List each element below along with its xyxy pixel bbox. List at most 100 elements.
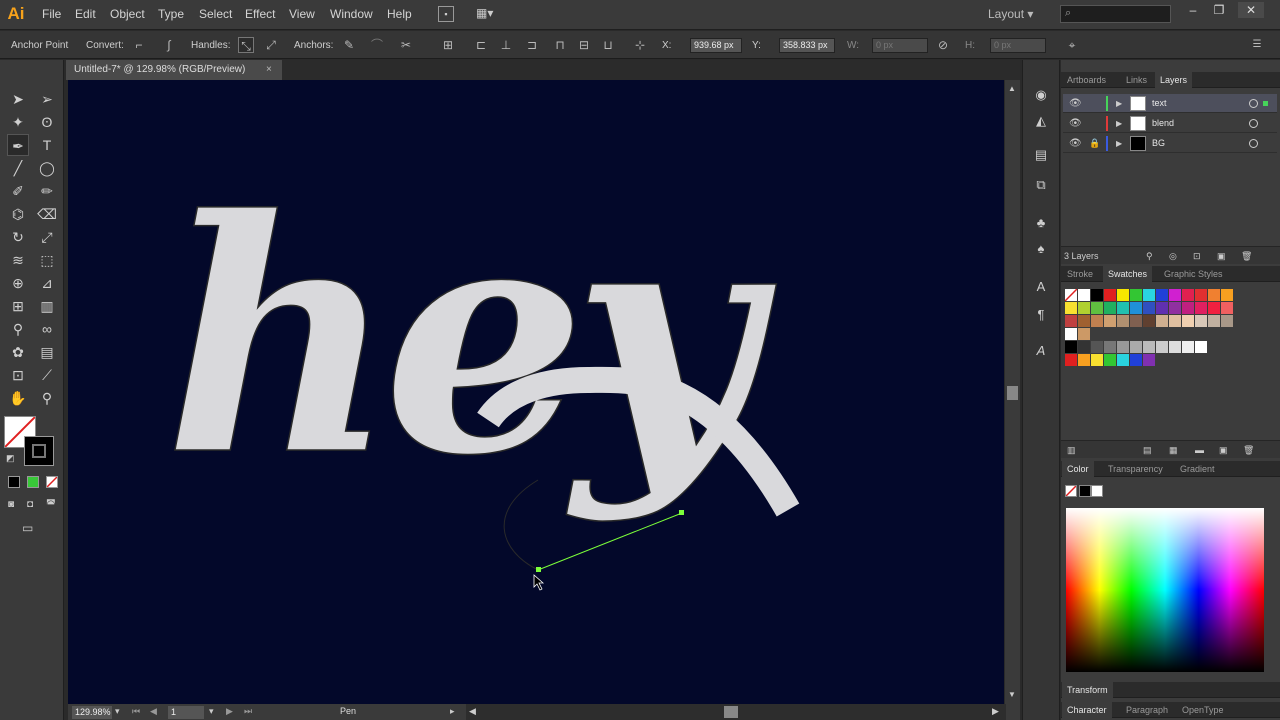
last-artboard-icon[interactable]: ⏭	[244, 706, 252, 717]
magic-wand-tool-icon[interactable]: ✦	[7, 111, 29, 133]
scroll-up-icon[interactable]: ▲	[1008, 84, 1016, 93]
swatch[interactable]	[1091, 354, 1103, 366]
artboard-canvas[interactable]: hey	[68, 80, 1004, 704]
delete-layer-icon[interactable]: 🗑	[1241, 247, 1252, 265]
tab-transparency[interactable]: Transparency	[1103, 461, 1168, 477]
h-field[interactable]: 0 px	[990, 38, 1046, 53]
reference-point-icon[interactable]: ⊹	[632, 37, 648, 53]
tab-artboards[interactable]: Artboards	[1062, 72, 1111, 88]
eraser-tool-icon[interactable]: ⌫	[36, 203, 58, 225]
swatch[interactable]	[1117, 315, 1129, 327]
zoom-dropdown-icon[interactable]: ▾	[115, 706, 120, 717]
menu-edit[interactable]: Edit	[75, 7, 96, 21]
tab-paragraph[interactable]: Paragraph	[1121, 702, 1173, 718]
image-trace-icon[interactable]: ◭	[1031, 112, 1051, 130]
symbols-icon[interactable]: ♣	[1031, 214, 1051, 232]
gradient-mode-icon[interactable]	[27, 476, 39, 488]
brushes-icon[interactable]: ♠	[1031, 240, 1051, 258]
draw-inside-icon[interactable]: ◚	[46, 499, 60, 513]
vertical-scroll-thumb[interactable]	[1007, 386, 1018, 400]
swatch[interactable]	[1064, 288, 1078, 302]
first-artboard-icon[interactable]: ⏮	[132, 706, 140, 717]
swatch[interactable]	[1130, 341, 1142, 353]
isolate-icon[interactable]: ⊞	[440, 37, 456, 53]
expand-arrow-icon[interactable]: ▶	[1116, 114, 1122, 133]
swatch[interactable]	[1208, 315, 1220, 327]
expand-arrow-icon[interactable]: ▶	[1116, 134, 1122, 153]
shape-builder-tool-icon[interactable]: ⊕	[7, 272, 29, 294]
swatch[interactable]	[1078, 328, 1090, 340]
previous-artboard-icon[interactable]: ◀	[150, 706, 157, 717]
align-panel-icon[interactable]: ▤	[1031, 146, 1051, 164]
scroll-left-icon[interactable]: ◀	[469, 706, 476, 717]
layer-target-icon[interactable]	[1249, 119, 1258, 128]
none-mode-icon[interactable]	[46, 476, 58, 488]
swatch[interactable]	[1195, 302, 1207, 314]
swatch[interactable]	[1208, 289, 1220, 301]
swatch[interactable]	[1065, 328, 1077, 340]
none-color-swatch[interactable]	[1065, 485, 1077, 497]
swatch[interactable]	[1221, 289, 1233, 301]
align-middle-icon[interactable]: ⊟	[576, 37, 592, 53]
stroke-swatch[interactable]	[24, 436, 54, 466]
type-tool-icon[interactable]: T	[36, 134, 58, 156]
swatch[interactable]	[1078, 302, 1090, 314]
visibility-eye-icon[interactable]: 👁	[1069, 134, 1082, 153]
swatch-libraries-icon[interactable]: ▥	[1067, 441, 1076, 459]
transform-icon[interactable]: ⌖	[1064, 37, 1080, 53]
swatch[interactable]	[1169, 315, 1181, 327]
swatch[interactable]	[1169, 289, 1181, 301]
menu-select[interactable]: Select	[199, 7, 232, 21]
tab-gradient[interactable]: Gradient	[1175, 461, 1220, 477]
convert-to-corner-icon[interactable]: ⌐	[131, 37, 147, 53]
swatch[interactable]	[1156, 341, 1168, 353]
close-icon[interactable]: ✕	[1238, 2, 1264, 18]
layer-row-bg[interactable]: 👁 🔒 ▶ BG	[1063, 134, 1277, 153]
scroll-right-icon[interactable]: ▶	[992, 706, 999, 717]
x-field[interactable]: 939.68 px	[690, 38, 742, 53]
horizontal-scrollbar[interactable]: ◀ ▶	[466, 704, 1006, 720]
draw-behind-icon[interactable]: ◘	[27, 499, 41, 513]
direct-selection-tool-icon[interactable]: ➢	[36, 88, 58, 110]
swatch[interactable]	[1169, 302, 1181, 314]
swatch[interactable]	[1091, 315, 1103, 327]
artboard-dropdown-icon[interactable]: ▾	[209, 706, 214, 717]
remove-anchor-icon[interactable]: ✎	[341, 37, 357, 53]
layer-row-blend[interactable]: 👁 ▶ blend	[1063, 114, 1277, 133]
new-sublayer-icon[interactable]: ⊡	[1193, 247, 1201, 265]
gradient-tool-icon[interactable]: ▥	[36, 295, 58, 317]
swatch[interactable]	[1130, 354, 1142, 366]
locate-object-icon[interactable]: ⚲	[1146, 247, 1153, 265]
pen-tool-icon[interactable]: ✒	[7, 134, 29, 156]
close-document-icon[interactable]: ×	[266, 60, 272, 80]
menu-file[interactable]: File	[42, 7, 61, 21]
swatch[interactable]	[1143, 302, 1155, 314]
slice-tool-icon[interactable]: ⟋	[36, 364, 58, 386]
blend-tool-icon[interactable]: ∞	[36, 318, 58, 340]
lock-icon[interactable]: 🔒	[1089, 134, 1100, 153]
swatch[interactable]	[1130, 302, 1142, 314]
selection-indicator-icon[interactable]	[1263, 101, 1268, 106]
hide-handles-icon[interactable]: ⤢	[263, 37, 279, 53]
menu-object[interactable]: Object	[110, 7, 145, 21]
eyedropper-tool-icon[interactable]: ⚲	[7, 318, 29, 340]
swatch[interactable]	[1221, 302, 1233, 314]
swatch[interactable]	[1104, 302, 1116, 314]
align-right-icon[interactable]: ⊐	[524, 37, 540, 53]
anchor-point[interactable]	[536, 567, 541, 572]
scale-tool-icon[interactable]: ⤢	[36, 226, 58, 248]
menu-type[interactable]: Type	[158, 7, 184, 21]
swatch[interactable]	[1195, 289, 1207, 301]
align-left-icon[interactable]: ⊏	[473, 37, 489, 53]
swatch[interactable]	[1104, 354, 1116, 366]
delete-swatch-icon[interactable]: 🗑	[1243, 441, 1254, 459]
pathfinder-icon[interactable]: ⧉	[1031, 176, 1051, 194]
paragraph-styles-icon[interactable]: ¶	[1031, 306, 1051, 324]
swatch[interactable]	[1078, 289, 1090, 301]
swatch[interactable]	[1078, 354, 1090, 366]
swatch[interactable]	[1182, 302, 1194, 314]
swatch[interactable]	[1195, 341, 1207, 353]
tab-graphic-styles[interactable]: Graphic Styles	[1159, 266, 1228, 282]
menu-view[interactable]: View	[289, 7, 315, 21]
tab-opentype[interactable]: OpenType	[1177, 702, 1229, 718]
